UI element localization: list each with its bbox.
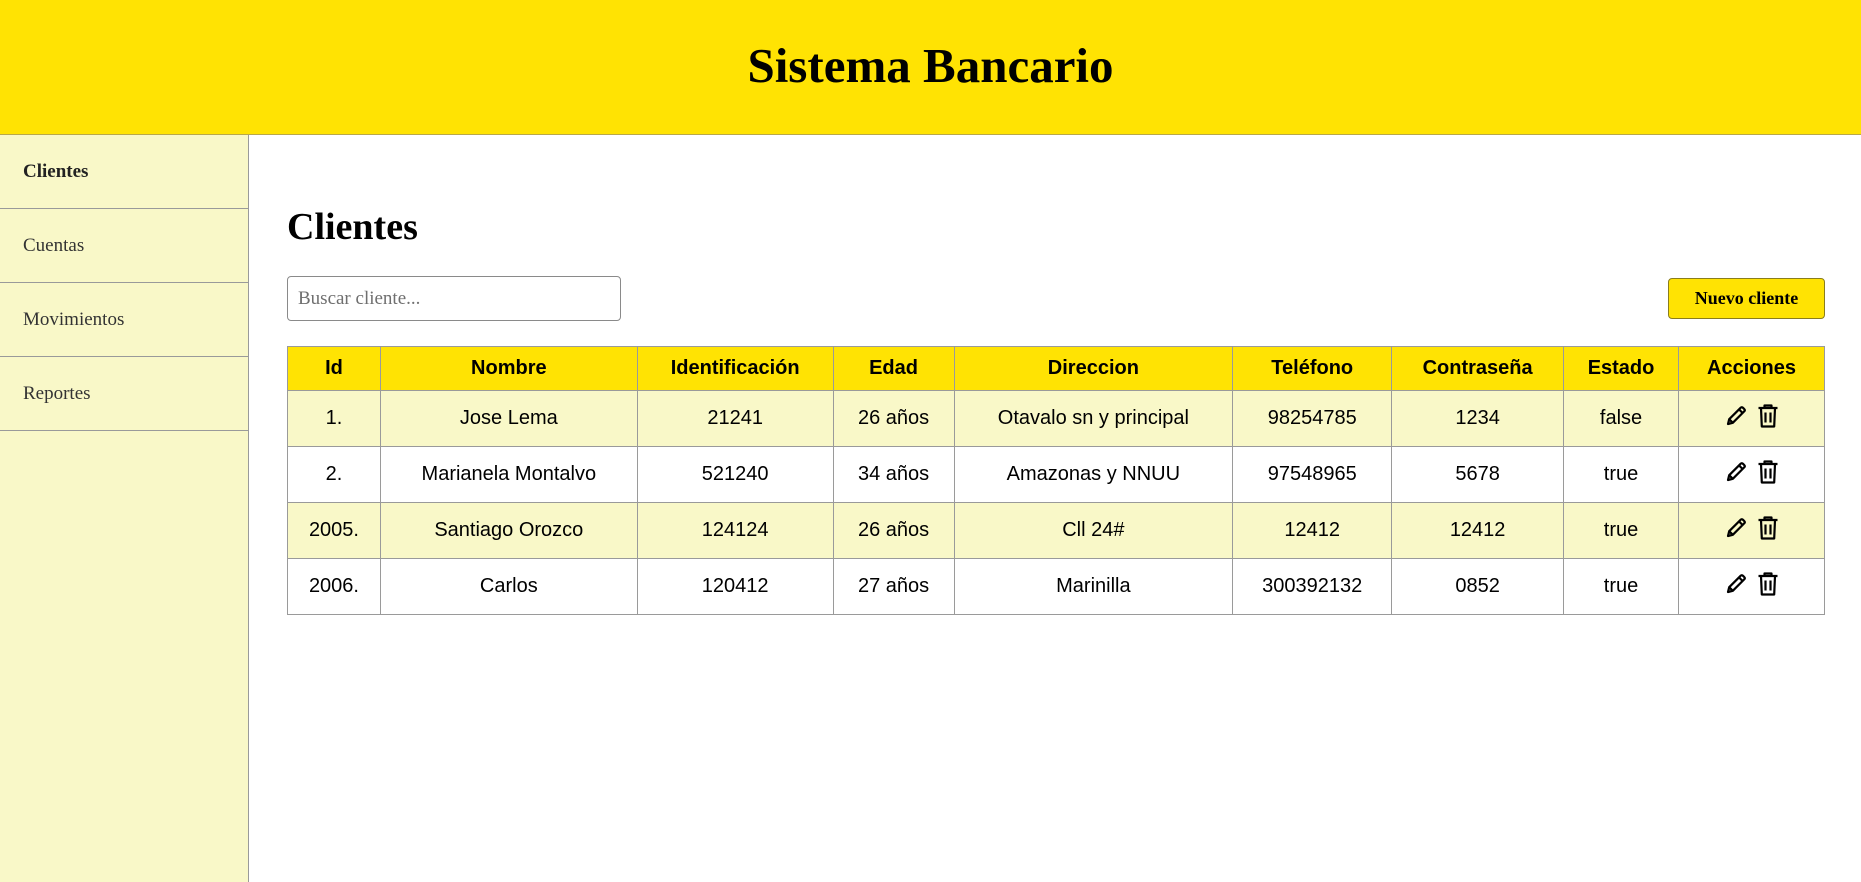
cell-identificacion: 124124 xyxy=(636,502,834,559)
cell-acciones xyxy=(1678,446,1825,503)
cell-identificacion: 521240 xyxy=(636,446,834,503)
cell-edad: 34 años xyxy=(832,446,955,503)
search-input[interactable] xyxy=(287,276,621,321)
cell-nombre: Santiago Orozco xyxy=(379,502,638,559)
cell-nombre: Carlos xyxy=(379,558,638,615)
column-header-acciones: Acciones xyxy=(1678,346,1825,391)
cell-acciones xyxy=(1678,558,1825,615)
column-header-edad: Edad xyxy=(832,346,955,391)
column-header-identificacion: Identificación xyxy=(636,346,834,391)
table-row: 1. Jose Lema 21241 26 años Otavalo sn y … xyxy=(287,390,1825,447)
pencil-icon[interactable] xyxy=(1724,403,1748,429)
cell-nombre: Marianela Montalvo xyxy=(379,446,638,503)
cell-identificacion: 21241 xyxy=(636,390,834,447)
sidebar-item-movimientos[interactable]: Movimientos xyxy=(0,283,248,357)
cell-id: 2. xyxy=(287,446,381,503)
cell-telefono: 300392132 xyxy=(1232,558,1393,615)
pencil-icon[interactable] xyxy=(1724,515,1748,541)
cell-edad: 27 años xyxy=(832,558,955,615)
cell-contrasena: 12412 xyxy=(1391,502,1565,559)
cell-identificacion: 120412 xyxy=(636,558,834,615)
cell-contrasena: 1234 xyxy=(1391,390,1565,447)
column-header-direccion: Direccion xyxy=(953,346,1234,391)
cell-edad: 26 años xyxy=(832,502,955,559)
table-row: 2006. Carlos 120412 27 años Marinilla 30… xyxy=(287,558,1825,615)
trash-icon[interactable] xyxy=(1756,403,1780,429)
cell-nombre: Jose Lema xyxy=(379,390,638,447)
cell-direccion: Marinilla xyxy=(953,558,1234,615)
sidebar-item-clientes[interactable]: Clientes xyxy=(0,135,248,209)
cell-id: 1. xyxy=(287,390,381,447)
cell-id: 2006. xyxy=(287,558,381,615)
sidebar: Clientes Cuentas Movimientos Reportes xyxy=(0,135,249,882)
main-content: Clientes Nuevo cliente Id Nombre Identif… xyxy=(250,135,1861,882)
cell-direccion: Cll 24# xyxy=(953,502,1234,559)
cell-telefono: 12412 xyxy=(1232,502,1393,559)
column-header-nombre: Nombre xyxy=(379,346,638,391)
sidebar-item-reportes[interactable]: Reportes xyxy=(0,357,248,431)
cell-acciones xyxy=(1678,390,1825,447)
cell-direccion: Otavalo sn y principal xyxy=(953,390,1234,447)
cell-edad: 26 años xyxy=(832,390,955,447)
trash-icon[interactable] xyxy=(1756,459,1780,485)
cell-acciones xyxy=(1678,502,1825,559)
cell-contrasena: 5678 xyxy=(1391,446,1565,503)
cell-contrasena: 0852 xyxy=(1391,558,1565,615)
trash-icon[interactable] xyxy=(1756,571,1780,597)
cell-estado: true xyxy=(1563,502,1679,559)
column-header-telefono: Teléfono xyxy=(1232,346,1393,391)
cell-telefono: 98254785 xyxy=(1232,390,1393,447)
pencil-icon[interactable] xyxy=(1724,571,1748,597)
column-header-contrasena: Contraseña xyxy=(1391,346,1565,391)
cell-estado: false xyxy=(1563,390,1679,447)
column-header-estado: Estado xyxy=(1563,346,1679,391)
column-header-id: Id xyxy=(287,346,381,391)
app-header: Sistema Bancario xyxy=(0,0,1861,135)
cell-direccion: Amazonas y NNUU xyxy=(953,446,1234,503)
cell-telefono: 97548965 xyxy=(1232,446,1393,503)
table-row: 2005. Santiago Orozco 124124 26 años Cll… xyxy=(287,502,1825,559)
app-title: Sistema Bancario xyxy=(747,37,1114,93)
cell-estado: true xyxy=(1563,446,1679,503)
pencil-icon[interactable] xyxy=(1724,459,1748,485)
sidebar-item-cuentas[interactable]: Cuentas xyxy=(0,209,248,283)
trash-icon[interactable] xyxy=(1756,515,1780,541)
clients-table: Id Nombre Identificación Edad Direccion … xyxy=(287,346,1825,615)
table-row: 2. Marianela Montalvo 521240 34 años Ama… xyxy=(287,446,1825,503)
new-client-button[interactable]: Nuevo cliente xyxy=(1668,278,1825,319)
cell-id: 2005. xyxy=(287,502,381,559)
table-header-row: Id Nombre Identificación Edad Direccion … xyxy=(287,346,1825,391)
page-title: Clientes xyxy=(287,206,418,248)
cell-estado: true xyxy=(1563,558,1679,615)
